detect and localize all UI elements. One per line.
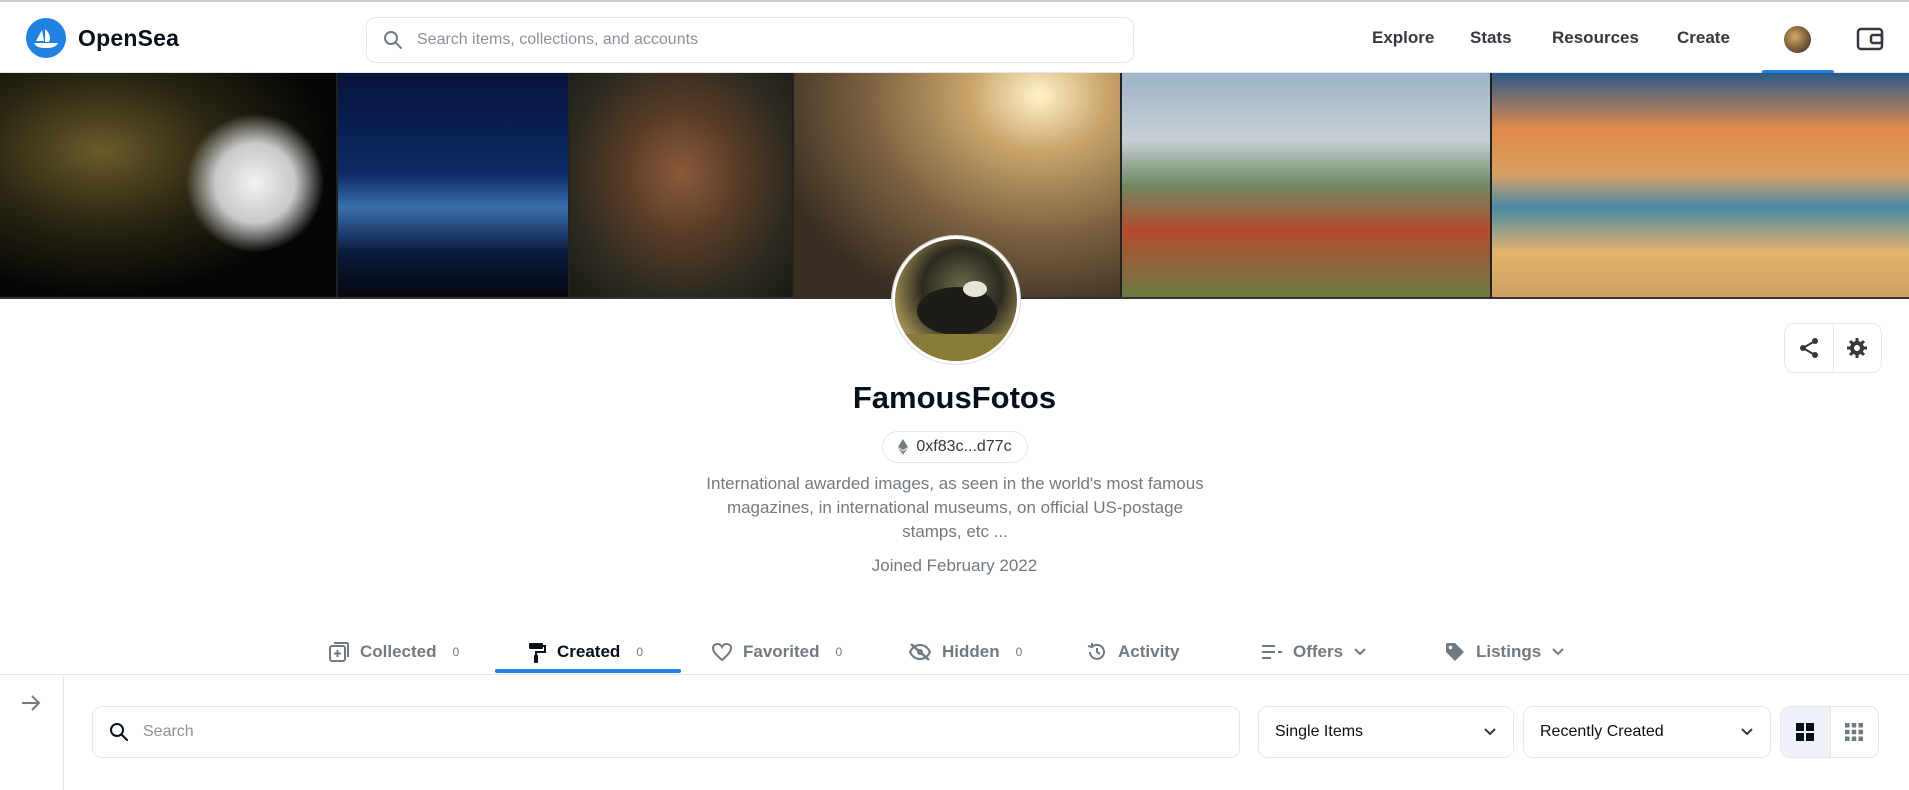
tab-listings[interactable]: Listings <box>1444 630 1565 674</box>
tab-favorited[interactable]: Favorited 0 <box>711 630 842 674</box>
profile-bio: International awarded images, as seen in… <box>706 474 1204 541</box>
tab-created-label: Created <box>557 642 621 661</box>
large-grid-icon <box>1796 723 1815 741</box>
global-search-box[interactable] <box>366 17 1134 63</box>
nav-stats[interactable]: Stats <box>1470 28 1512 48</box>
eye-off-icon <box>908 643 932 661</box>
offers-list-icon <box>1262 645 1282 659</box>
active-tab-indicator <box>495 669 681 673</box>
item-type-value: Single Items <box>1275 723 1364 740</box>
profile-avatar-icon[interactable] <box>1784 26 1811 53</box>
joined-date: Joined February 2022 <box>871 556 1038 575</box>
opensea-logo-text: OpenSea <box>78 24 180 51</box>
large-grid-view-button[interactable] <box>1781 707 1830 757</box>
filter-sidebar-rail <box>0 676 64 790</box>
profile-avatar <box>892 236 1020 364</box>
tab-collected[interactable]: Collected 0 <box>328 630 459 674</box>
sort-dropdown[interactable]: Recently Created <box>1523 706 1771 758</box>
profile-name: FamousFotos <box>852 380 1057 415</box>
tag-icon <box>1446 643 1464 661</box>
heart-icon <box>711 642 733 662</box>
chevron-down-icon <box>1354 648 1366 656</box>
item-type-dropdown[interactable]: Single Items <box>1258 706 1514 758</box>
paint-roller-icon <box>529 643 546 663</box>
tab-offers-label: Offers <box>1293 642 1344 661</box>
profile-actions <box>1784 323 1882 373</box>
history-icon <box>1087 643 1105 660</box>
banner-image-smoker <box>0 73 338 297</box>
ethereum-icon <box>898 439 909 455</box>
tab-activity[interactable]: Activity <box>1086 630 1179 674</box>
top-navigation-bar: OpenSea Explore Stats Resources Create <box>0 0 1909 74</box>
nav-create[interactable]: Create <box>1677 28 1730 48</box>
opensea-logo-icon <box>26 18 66 58</box>
chevron-down-icon <box>1741 728 1753 736</box>
settings-gear-icon <box>1847 338 1868 358</box>
tab-listings-label: Listings <box>1476 642 1542 661</box>
chevron-down-icon <box>1484 728 1496 736</box>
nav-resources[interactable]: Resources <box>1552 28 1639 48</box>
search-icon <box>384 31 402 49</box>
tab-collected-count: 0 <box>452 645 460 659</box>
share-icon <box>1799 338 1818 358</box>
items-search-box[interactable] <box>92 706 1240 758</box>
banner-image-portrait <box>570 73 794 297</box>
expand-filters-arrow-icon[interactable] <box>20 694 42 717</box>
tab-activity-label: Activity <box>1118 642 1180 661</box>
collected-icon <box>329 642 349 662</box>
search-icon <box>110 723 128 741</box>
opensea-logo[interactable]: OpenSea <box>26 18 179 58</box>
settings-button[interactable] <box>1832 324 1881 372</box>
wallet-icon[interactable] <box>1856 26 1884 57</box>
wallet-address-button[interactable]: 0xf83c...d77c <box>882 431 1028 463</box>
banner-image-mountains <box>338 73 570 297</box>
tab-collected-label: Collected <box>360 642 437 661</box>
items-search-input[interactable] <box>143 723 1223 741</box>
view-mode-toggle <box>1780 706 1879 758</box>
small-grid-icon <box>1845 723 1864 741</box>
tab-created[interactable]: Created 0 <box>527 630 643 674</box>
small-grid-view-button[interactable] <box>1829 707 1879 757</box>
wallet-address: 0xf83c...d77c <box>916 438 1012 455</box>
tab-offers[interactable]: Offers <box>1261 630 1367 674</box>
profile-tabs: Collected 0 Created 0 Favorited 0 Hidden… <box>0 620 1909 675</box>
tab-hidden-label: Hidden <box>942 642 1000 661</box>
tab-created-count: 0 <box>636 645 643 659</box>
tab-favorited-count: 0 <box>835 645 843 659</box>
sort-value: Recently Created <box>1540 723 1664 740</box>
banner-image-poppy-field <box>1122 73 1492 297</box>
tab-hidden[interactable]: Hidden 0 <box>908 630 1022 674</box>
tab-hidden-count: 0 <box>1015 645 1023 659</box>
share-button[interactable] <box>1785 324 1833 372</box>
tab-favorited-label: Favorited <box>743 642 820 661</box>
banner-image-beach <box>1492 73 1909 297</box>
chevron-down-icon <box>1552 648 1564 656</box>
nav-explore[interactable]: Explore <box>1372 28 1434 48</box>
global-search-input[interactable] <box>417 31 1097 49</box>
